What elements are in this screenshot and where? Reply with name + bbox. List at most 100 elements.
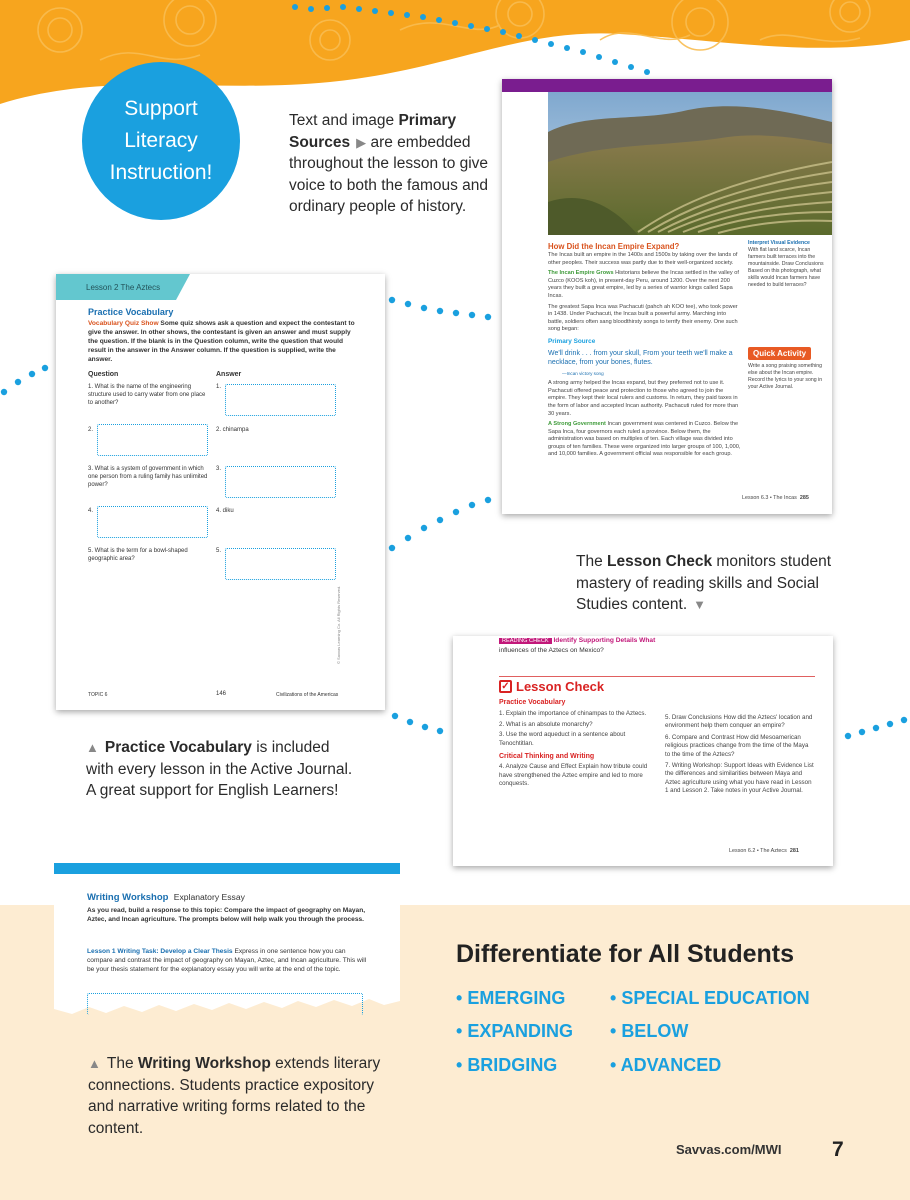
ww-task: Lesson 1 Writing Task: Develop a Clear T… xyxy=(87,947,367,974)
question-5: 5. What is the term for a bowl-shaped ge… xyxy=(88,548,188,562)
diff-label: EMERGING xyxy=(467,988,566,1008)
ww-title: Writing Workshop xyxy=(87,892,169,903)
page-number: 285 xyxy=(799,495,809,501)
caption-writing-workshop: ▲ The Writing Workshop extends literary c… xyxy=(88,1053,398,1139)
diff-below: • BELOW xyxy=(610,1021,689,1041)
terrace-photo xyxy=(548,92,832,235)
ww-title-line: Writing Workshop Explanatory Essay xyxy=(87,892,245,903)
triangle-right-icon: ▶ xyxy=(356,134,367,150)
caption-bold: Practice Vocabulary xyxy=(104,739,252,756)
triangle-down-icon: ▼ xyxy=(693,597,707,612)
caption-bold: Lesson Check xyxy=(607,553,713,570)
side-text: With flat land scarce, Incan farmers bui… xyxy=(748,247,824,288)
footer-text: Lesson 6.3 • The Incas xyxy=(742,495,797,501)
inca-p2: The Incan Empire Grows Historians believ… xyxy=(548,270,742,300)
visual-evidence-sidebar: Interpret Visual Evidence With flat land… xyxy=(748,240,826,289)
lesson-tab: Lesson 2 The Aztecs xyxy=(56,274,176,300)
diff-label: EXPANDING xyxy=(467,1021,573,1041)
question-2-box[interactable] xyxy=(97,424,208,456)
primary-source-label: Primary Source xyxy=(548,337,596,345)
lesson-check-title: Lesson Check xyxy=(516,679,605,694)
inca-p4: A strong army helped the Incas expand, b… xyxy=(548,380,739,417)
badge-line-2: Literacy xyxy=(124,129,198,152)
diff-label: ADVANCED xyxy=(620,1055,722,1075)
reading-check-strip: READING CHECK Identify Supporting Detail… xyxy=(499,636,655,655)
diff-expanding: • EXPANDING xyxy=(456,1021,573,1041)
footer-url[interactable]: Savvas.com/MWI xyxy=(676,1142,782,1157)
answer-2: 2. chinampa xyxy=(216,427,249,433)
page-number: 7 xyxy=(832,1138,844,1161)
lesson-check-right-col: 5. Draw Conclusions How did the Aztecs' … xyxy=(665,714,815,796)
inca-p3: The greatest Sapa Inca was Pachacuti (pa… xyxy=(548,303,738,333)
lc-item-3: 3. Use the word aqueduct in a sentence a… xyxy=(499,731,626,747)
question-1: 1. What is the name of the engineering s… xyxy=(88,384,206,406)
quick-activity-label: Quick Activity xyxy=(748,347,812,360)
inca-lesson-page: How Did the Incan Empire Expand? The Inc… xyxy=(502,79,832,514)
diff-label: SPECIAL EDUCATION xyxy=(621,988,810,1008)
reading-check-badge: READING CHECK xyxy=(499,638,552,644)
caption-text: Text and image xyxy=(289,112,399,129)
caption-text: The xyxy=(106,1055,138,1072)
answer-3-box[interactable] xyxy=(225,466,336,498)
vocab-lead: Vocabulary Quiz Show xyxy=(88,320,159,327)
footer-text: Lesson 6.2 • The Aztecs xyxy=(729,848,787,854)
lc-item-2: 2. What is an absolute monarchy? xyxy=(499,720,593,728)
caption-practice-vocabulary: ▲ Practice Vocabulary is included with ev… xyxy=(86,737,356,802)
vocab-title: Practice Vocabulary xyxy=(88,307,174,317)
lc-item-7: 7. Writing Workshop: Support Ideas with … xyxy=(665,762,814,795)
lc-item-4: 4. Analyze Cause and Effect Explain how … xyxy=(499,763,648,788)
diff-emerging: • EMERGING xyxy=(456,988,566,1008)
question-2: 2. xyxy=(88,427,94,433)
inca-p5: A Strong Government Incan government was… xyxy=(548,421,742,459)
badge-line-3: Instruction! xyxy=(109,161,213,184)
checkbox-icon: ✓ xyxy=(499,680,512,693)
inca-p1: The Incas built an empire in the 1400s a… xyxy=(548,252,738,266)
practice-vocab-head: Practice Vocabulary xyxy=(499,699,566,706)
purple-header-bar xyxy=(502,79,832,92)
answer-1-box[interactable] xyxy=(225,384,336,416)
vocab-instructions: Vocabulary Quiz Show Some quiz shows ask… xyxy=(88,319,360,364)
inca-main-text: How Did the Incan Empire Expand? The Inc… xyxy=(548,242,742,459)
caption-lesson-check: The Lesson Check monitors student master… xyxy=(576,551,846,616)
differentiate-title: Differentiate for All Students xyxy=(456,940,794,968)
question-4: 4. xyxy=(88,508,94,514)
inca-sub1: The Incan Empire Grows xyxy=(548,270,614,277)
inca-footer: Lesson 6.3 • The Incas 285 xyxy=(742,495,809,503)
inca-heading: How Did the Incan Empire Expand? xyxy=(548,242,680,251)
primary-source-quote: We'll drink . . . from your skull, From … xyxy=(548,349,733,367)
question-4-box[interactable] xyxy=(97,506,208,538)
page-number: 281 xyxy=(789,848,799,854)
answer-4: 4. diku xyxy=(216,508,234,514)
badge-line-1: Support xyxy=(124,97,198,120)
diff-label: BELOW xyxy=(621,1021,689,1041)
diff-bridging: • BRIDGING xyxy=(456,1055,558,1075)
answer-1: 1. xyxy=(216,384,222,390)
reading-check-text: Identify Supporting Details What xyxy=(551,637,656,644)
divider xyxy=(499,676,815,677)
answer-5-box[interactable] xyxy=(225,548,336,580)
quick-activity-text: Write a song praising something else abo… xyxy=(748,363,823,390)
caption-text: The xyxy=(576,553,608,570)
vocab-footer-left: TOPIC 6 xyxy=(88,692,108,698)
quote-source: —Incan victory song xyxy=(562,370,604,376)
caption-primary-sources: Text and image Primary Sources ▶ are embe… xyxy=(289,110,489,218)
ww-intro: As you read, build a response to this to… xyxy=(87,907,366,923)
lc-item-6: 6. Compare and Contrast How did Mesoamer… xyxy=(665,733,809,758)
diff-advanced: • ADVANCED xyxy=(610,1055,722,1075)
ww-answer-box[interactable] xyxy=(87,993,363,1015)
inca-sub2: A Strong Government xyxy=(548,421,606,428)
vocab-footer-page: 146 xyxy=(216,691,227,697)
answer-header: Answer xyxy=(216,371,242,378)
reading-check-text-2: influences of the Aztecs on Mexico? xyxy=(499,647,604,654)
vocab-footer-right: Civilizations of the Americas xyxy=(276,692,339,698)
lesson-check-footer: Lesson 6.2 • The Aztecs 281 xyxy=(729,848,799,856)
triangle-up-icon: ▲ xyxy=(88,1056,101,1071)
side-title: Interpret Visual Evidence xyxy=(748,240,810,246)
diff-label: BRIDGING xyxy=(467,1055,558,1075)
ww-subtitle: Explanatory Essay xyxy=(173,892,245,902)
triangle-up-icon: ▲ xyxy=(86,740,99,755)
lc-item-1: 1. Explain the importance of chinampas t… xyxy=(499,710,647,718)
question-header: Question xyxy=(88,371,119,378)
question-3: 3. What is a system of government in whi… xyxy=(88,466,208,488)
support-literacy-badge: Support Literacy Instruction! xyxy=(82,62,240,220)
